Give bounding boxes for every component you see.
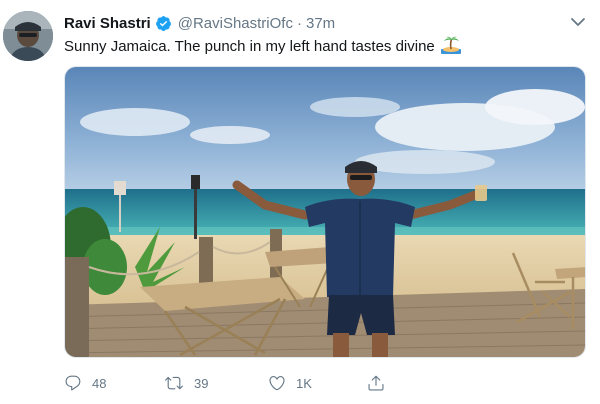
avatar[interactable]: [3, 11, 53, 61]
like-count: 1K: [296, 375, 312, 391]
retweet-button[interactable]: 39: [164, 372, 208, 394]
reply-count: 48: [92, 375, 107, 391]
reply-button[interactable]: 48: [64, 372, 106, 394]
verified-badge-icon: [155, 15, 171, 31]
timestamp[interactable]: 37m: [306, 15, 335, 32]
desert-island-emoji-icon: [440, 36, 461, 54]
tweet-text-body: Sunny Jamaica. The punch in my left hand…: [64, 38, 435, 55]
share-icon: [368, 375, 384, 391]
retweet-count: 39: [194, 375, 209, 391]
reply-icon: [65, 375, 81, 391]
display-name[interactable]: Ravi Shastri: [64, 15, 151, 32]
tweet-header: Ravi Shastri @RaviShastriOfc · 37m: [64, 13, 335, 33]
like-button[interactable]: 1K: [268, 372, 312, 394]
tweet-photo[interactable]: [64, 66, 586, 358]
handle[interactable]: @RaviShastriOfc: [178, 15, 293, 32]
tweet-text: Sunny Jamaica. The punch in my left hand…: [64, 36, 461, 57]
tweet-card[interactable]: Ravi Shastri @RaviShastriOfc · 37m Sunny…: [0, 0, 600, 404]
retweet-icon: [165, 376, 183, 390]
beach-photo: [65, 67, 585, 357]
separator-dot: ·: [296, 14, 302, 32]
share-button[interactable]: [367, 372, 385, 394]
action-bar: 48 39 1K: [64, 372, 404, 394]
like-icon: [269, 376, 285, 391]
chevron-down-icon[interactable]: [570, 16, 586, 28]
avatar-image: [3, 11, 53, 61]
